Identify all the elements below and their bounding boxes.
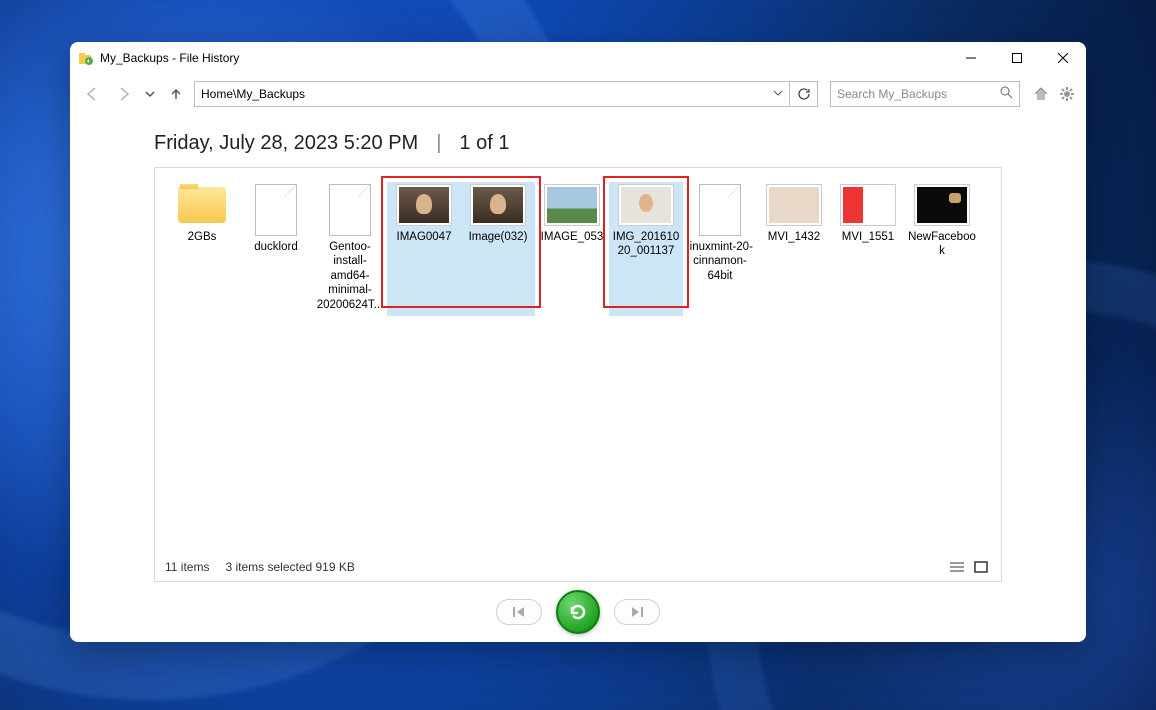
up-button[interactable] [162,80,190,108]
selection-info: 3 items selected 919 KB [225,560,354,574]
file-label: MVI_1432 [757,230,831,244]
refresh-button[interactable] [790,81,818,107]
close-button[interactable] [1040,42,1086,74]
bottom-nav [70,582,1086,642]
file-label: NewFacebook [905,230,979,259]
file-label: 2GBs [165,230,239,244]
items-area[interactable]: 2GBsducklordGentoo-install-amd64-minimal… [155,168,1001,553]
file-item[interactable]: IMAGE_053 [535,182,609,316]
restore-button[interactable] [556,590,600,634]
content-frame: 2GBsducklordGentoo-install-amd64-minimal… [154,167,1002,582]
search-placeholder: Search My_Backups [837,87,947,101]
app-icon [78,50,94,66]
snapshot-header: Friday, July 28, 2023 5:20 PM | 1 of 1 [70,114,1086,167]
file-label: linuxmint-20-cinnamon-64bit [683,240,757,283]
file-item[interactable]: MVI_1551 [831,182,905,316]
address-dropdown-icon[interactable] [773,87,783,101]
separator: | [436,132,441,155]
file-history-window: My_Backups - File History Home\My_Backup… [70,42,1086,642]
file-label: IMAGE_053 [535,230,609,244]
thumbnails-view-button[interactable] [971,558,991,576]
file-item[interactable]: MVI_1432 [757,182,831,316]
home-icon[interactable] [1030,83,1052,105]
image-thumbnail [840,184,896,226]
recent-locations-button[interactable] [142,80,158,108]
file-item[interactable]: NewFacebook [905,182,979,316]
details-view-button[interactable] [947,558,967,576]
search-input[interactable]: Search My_Backups [830,81,1020,107]
file-item[interactable]: linuxmint-20-cinnamon-64bit [683,182,757,316]
next-version-button[interactable] [614,599,660,625]
maximize-button[interactable] [994,42,1040,74]
file-item[interactable]: 2GBs [165,182,239,316]
file-item[interactable]: IMG_20161020_001137 [609,182,683,316]
file-thumbnail [329,184,371,236]
file-label: MVI_1551 [831,230,905,244]
snapshot-position: 1 of 1 [459,132,509,155]
file-thumbnail [255,184,297,236]
file-label: IMAG0047 [387,230,461,244]
file-item[interactable]: IMAG0047 [387,182,461,316]
item-count: 11 items [165,560,209,574]
image-thumbnail [766,184,822,226]
titlebar: My_Backups - File History [70,42,1086,74]
folder-thumbnail [174,184,230,226]
image-thumbnail [396,184,452,226]
image-thumbnail [544,184,600,226]
gear-icon[interactable] [1056,83,1078,105]
file-item[interactable]: Image(032) [461,182,535,316]
file-label: Image(032) [461,230,535,244]
search-icon [1000,86,1013,102]
status-bar: 11 items 3 items selected 919 KB [155,553,1001,581]
image-thumbnail [618,184,674,226]
file-item[interactable]: ducklord [239,182,313,316]
file-thumbnail [699,184,741,236]
back-button[interactable] [78,80,106,108]
file-label: Gentoo-install-amd64-minimal-20200624T..… [313,240,387,312]
image-thumbnail [470,184,526,226]
image-thumbnail [914,184,970,226]
file-item[interactable]: Gentoo-install-amd64-minimal-20200624T..… [313,182,387,316]
toolbar: Home\My_Backups Search My_Backups [70,74,1086,114]
address-bar[interactable]: Home\My_Backups [194,81,790,107]
minimize-button[interactable] [948,42,994,74]
window-title: My_Backups - File History [100,51,239,65]
snapshot-timestamp: Friday, July 28, 2023 5:20 PM [154,132,418,155]
address-text: Home\My_Backups [201,87,305,101]
previous-version-button[interactable] [496,599,542,625]
file-label: ducklord [239,240,313,254]
file-label: IMG_20161020_001137 [609,230,683,259]
forward-button[interactable] [110,80,138,108]
